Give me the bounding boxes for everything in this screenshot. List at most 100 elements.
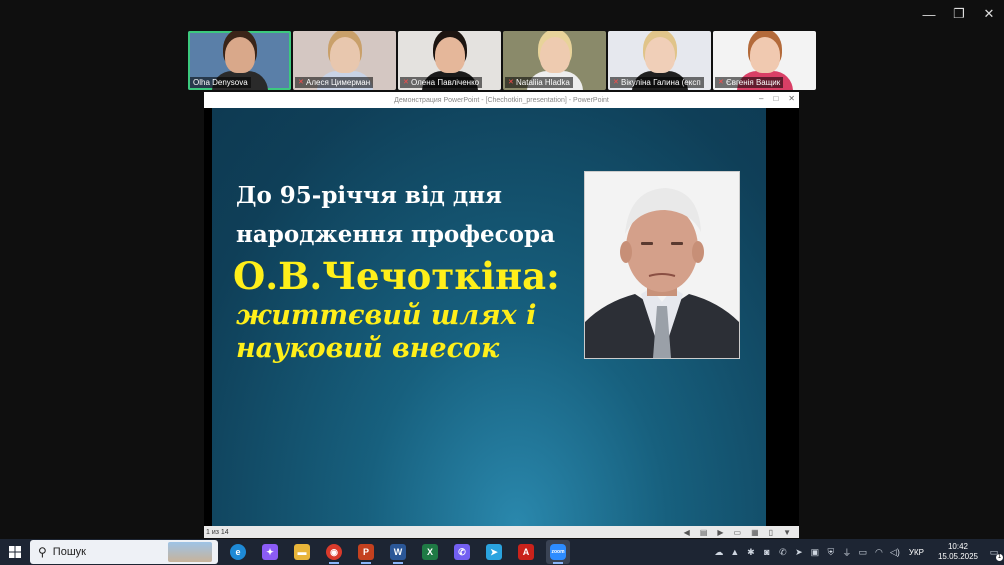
- normal-view-icon[interactable]: ▭: [734, 528, 742, 537]
- excel-icon: X: [422, 544, 438, 560]
- acrobat-icon: A: [518, 544, 534, 560]
- participant-name-label: ✕ Євгенія Ващик: [715, 77, 784, 88]
- slide-subtitle-line1: життєвий шлях і: [236, 300, 537, 331]
- search-icon: ⚲: [38, 545, 47, 559]
- muted-mic-icon: ✕: [298, 79, 304, 86]
- taskbar-app-zoom[interactable]: zoom: [546, 540, 570, 564]
- cloud-icon[interactable]: ☁: [713, 546, 725, 558]
- taskbar-app-edge[interactable]: e: [226, 540, 250, 564]
- edge-icon: e: [230, 544, 246, 560]
- chrome-icon: ◉: [326, 544, 342, 560]
- clock[interactable]: 10:42 15.05.2025: [938, 542, 978, 562]
- participant-avatar: [224, 37, 255, 73]
- close-icon[interactable]: ✕: [974, 0, 1004, 28]
- bluetooth-icon[interactable]: ✱: [745, 546, 757, 558]
- word-icon: W: [390, 544, 406, 560]
- muted-mic-icon: ✕: [718, 79, 724, 86]
- professor-portrait: [584, 171, 740, 359]
- taskbar-app-powerpoint[interactable]: P: [354, 540, 378, 564]
- participant-avatar: [329, 37, 360, 73]
- participant-tile[interactable]: ✕ Олена Павліченко: [398, 31, 501, 90]
- slide-counter: 1 из 14: [206, 528, 229, 536]
- prev-slide-icon[interactable]: ◀: [684, 528, 690, 537]
- ppt-title-bar: Демонстрация PowerPoint - [Chechotkin_pr…: [204, 92, 799, 108]
- participant-tile[interactable]: ✕ Алеся Цимерман: [293, 31, 396, 90]
- slide-subtitle-line2: науковий внесок: [236, 333, 500, 364]
- taskbar-app-word[interactable]: W: [386, 540, 410, 564]
- slide-title-line1: До 95-річчя від дня: [236, 182, 503, 209]
- menu-icon[interactable]: ▤: [700, 528, 708, 537]
- language-indicator[interactable]: УКР: [909, 548, 924, 557]
- reading-view-icon[interactable]: ▯: [769, 528, 773, 537]
- ppt-window-title: Демонстрация PowerPoint - [Chechotkin_pr…: [394, 96, 609, 104]
- windows-icon: [9, 546, 21, 558]
- viber-icon: ✆: [454, 544, 470, 560]
- participant-tile[interactable]: ✕ Вікуліна Галина (експ: [608, 31, 711, 90]
- taskbar-app-copilot[interactable]: ✦: [258, 540, 282, 564]
- security-icon[interactable]: ⛨: [825, 546, 837, 558]
- ppt-close-icon[interactable]: ✕: [788, 94, 795, 103]
- ppt-maximize-icon[interactable]: □: [773, 94, 778, 103]
- participant-avatar: [749, 37, 780, 73]
- zoom-tray-icon[interactable]: ◙: [761, 546, 773, 558]
- participant-avatar: [644, 37, 675, 73]
- explorer-icon: ▬: [294, 544, 310, 560]
- notification-icon[interactable]: ▭ 1: [988, 546, 1003, 561]
- taskbar-app-explorer[interactable]: ▬: [290, 540, 314, 564]
- copilot-icon: ✦: [262, 544, 278, 560]
- telegram-tray-icon[interactable]: ➤: [793, 546, 805, 558]
- slide-title-line2: народження професора: [236, 221, 555, 248]
- wifi-icon[interactable]: ◠: [873, 546, 885, 558]
- notification-count: 1: [996, 554, 1003, 561]
- taskbar-app-chrome[interactable]: ◉: [322, 540, 346, 564]
- powerpoint-icon: P: [358, 544, 374, 560]
- participant-name: Євгенія Ващик: [726, 78, 781, 87]
- participant-tile[interactable]: ✕ Nataliia Hladka: [503, 31, 606, 90]
- restore-icon[interactable]: ❐: [944, 0, 974, 28]
- participant-tile[interactable]: ✕ Євгенія Ващик: [713, 31, 816, 90]
- viber-tray-icon[interactable]: ✆: [777, 546, 789, 558]
- muted-mic-icon: ✕: [403, 79, 409, 86]
- slide-title-name: О.В.Чечоткіна:: [233, 254, 560, 298]
- minimize-icon[interactable]: —: [914, 0, 944, 28]
- ppt-minimize-icon[interactable]: –: [759, 94, 763, 103]
- participant-name-label: ✕ Олена Павліченко: [400, 77, 483, 88]
- battery-icon[interactable]: ▭: [857, 546, 869, 558]
- participant-name-label: ✕ Вікуліна Галина (експ: [610, 77, 704, 88]
- slide-sorter-icon[interactable]: ▦: [751, 528, 759, 537]
- next-slide-icon[interactable]: ▶: [717, 528, 723, 537]
- participant-name: Вікуліна Галина (експ: [621, 78, 701, 87]
- taskbar-app-excel[interactable]: X: [418, 540, 442, 564]
- muted-mic-icon: ✕: [613, 79, 619, 86]
- zoom-icon: zoom: [550, 544, 566, 560]
- window-controls: — ❐ ✕: [914, 0, 1004, 28]
- muted-mic-icon: ✕: [508, 79, 514, 86]
- participant-name: Олена Павліченко: [411, 78, 480, 87]
- clock-time: 10:42: [947, 542, 968, 551]
- clock-date: 15.05.2025: [937, 552, 978, 561]
- participant-name-label: Olha Denysova: [190, 77, 251, 88]
- pinned-apps: e ✦ ▬ ◉ P W X ✆ ➤ Azoom: [226, 540, 570, 564]
- app-tray-icon[interactable]: ▣: [809, 546, 821, 558]
- participant-avatar: [434, 37, 465, 73]
- vlc-icon[interactable]: ▲: [729, 546, 741, 558]
- portrait-image: [585, 172, 739, 358]
- ppt-status-bar: 1 из 14 ◀ ▤ ▶ ▭ ▦ ▯ ▼: [204, 526, 799, 538]
- taskbar: ⚲ Пошук e ✦ ▬ ◉ P W X ✆ ➤ Azoom ☁ ▲ ✱ ◙ ✆ ➤ ▣ ⛨ ⏚…: [0, 539, 1004, 565]
- volume-icon[interactable]: ◁): [889, 546, 901, 558]
- slideshow-icon[interactable]: ▼: [783, 528, 791, 537]
- search-label: Пошук: [52, 546, 86, 558]
- taskbar-app-viber[interactable]: ✆: [450, 540, 474, 564]
- usb-icon[interactable]: ⏚: [841, 546, 853, 558]
- participant-avatar: [539, 37, 570, 73]
- participant-name: Olha Denysova: [193, 78, 248, 87]
- start-button[interactable]: [0, 539, 30, 565]
- participant-name: Nataliia Hladka: [516, 78, 570, 87]
- taskbar-app-telegram[interactable]: ➤: [482, 540, 506, 564]
- participant-name-label: ✕ Nataliia Hladka: [505, 77, 573, 88]
- participant-name-label: ✕ Алеся Цимерман: [295, 77, 374, 88]
- search-highlight-icon: [168, 542, 212, 562]
- taskbar-search[interactable]: ⚲ Пошук: [30, 540, 218, 564]
- participant-tile[interactable]: Olha Denysova: [188, 31, 291, 90]
- taskbar-app-acrobat[interactable]: A: [514, 540, 538, 564]
